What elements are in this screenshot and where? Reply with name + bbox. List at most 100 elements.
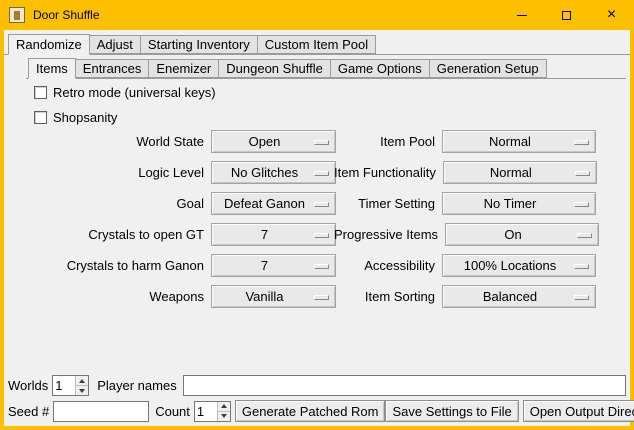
logic-level-label: Logic Level [30,165,204,180]
worlds-input[interactable] [53,376,75,395]
timer-setting-dropdown[interactable]: No Timer [442,192,596,215]
progressive-items-dropdown[interactable]: On [445,223,599,246]
inner-tabstrip: Items Entrances Enemizer Dungeon Shuffle… [26,58,626,79]
minimize-button[interactable] [499,0,544,30]
item-functionality-value: Normal [490,165,550,180]
world-state-value: Open [249,134,299,149]
tab-starting-inventory[interactable]: Starting Inventory [140,35,258,54]
world-state-label: World State [30,134,204,149]
progressive-items-row: Progressive Items On [334,223,596,246]
goal-value: Defeat Ganon [224,196,323,211]
retro-mode-checkbox[interactable] [34,86,47,99]
dropdown-indicator-icon [574,295,589,300]
dropdown-indicator-icon [574,202,589,207]
tab-adjust[interactable]: Adjust [89,35,141,54]
spin-up-icon [79,379,85,383]
dropdown-indicator-icon [314,140,329,145]
goal-label: Goal [30,196,204,211]
progressive-items-value: On [504,227,539,242]
count-spin-down-button[interactable] [218,412,230,421]
tab-entrances[interactable]: Entrances [75,59,150,78]
window-title: Door Shuffle [33,8,100,22]
world-state-dropdown[interactable]: Open [211,130,336,153]
timer-setting-value: No Timer [484,196,555,211]
shopsanity-row: Shopsanity [34,109,117,125]
generate-patched-rom-button[interactable]: Generate Patched Rom [235,400,386,422]
shopsanity-checkbox[interactable] [34,111,47,124]
spin-up-icon [221,404,227,408]
count-input[interactable] [195,402,217,421]
world-state-row: World State Open [30,130,336,153]
crystals-gt-row: Crystals to open GT 7 [30,223,336,246]
tab-dungeon-shuffle[interactable]: Dungeon Shuffle [218,59,331,78]
dropdown-indicator-icon [314,171,329,176]
dropdown-indicator-icon [314,233,329,238]
weapons-dropdown[interactable]: Vanilla [211,285,336,308]
worlds-spin-up-button[interactable] [76,376,88,386]
window: Door Shuffle × Randomize Adjust Starting… [0,0,634,430]
item-pool-row: Item Pool Normal [334,130,596,153]
tab-game-options[interactable]: Game Options [330,59,430,78]
crystals-gt-value: 7 [261,227,286,242]
footer: Worlds Player names Seed # Count [8,375,626,422]
tab-randomize[interactable]: Randomize [8,34,90,55]
worlds-label: Worlds [8,378,48,393]
dropdown-indicator-icon [314,295,329,300]
item-pool-value: Normal [489,134,549,149]
item-pool-label: Item Pool [334,134,435,149]
crystals-gt-dropdown[interactable]: 7 [211,223,336,246]
count-spinbox [194,401,231,422]
dropdown-indicator-icon [314,264,329,269]
shopsanity-label: Shopsanity [53,110,117,125]
weapons-row: Weapons Vanilla [30,285,336,308]
item-functionality-row: Item Functionality Normal [334,161,596,184]
dropdown-indicator-icon [575,171,590,176]
goal-row: Goal Defeat Ganon [30,192,336,215]
dropdown-indicator-icon [314,202,329,207]
progressive-items-label: Progressive Items [334,227,438,242]
worlds-spin-arrows [75,376,88,395]
tab-items[interactable]: Items [28,58,76,79]
titlebar: Door Shuffle × [0,0,634,30]
worlds-row: Worlds Player names [8,375,626,396]
item-sorting-dropdown[interactable]: Balanced [442,285,596,308]
worlds-spin-down-button[interactable] [76,386,88,395]
accessibility-label: Accessibility [334,258,435,273]
spin-down-icon [79,389,85,393]
close-button[interactable]: × [589,0,634,30]
minimize-icon [517,15,527,16]
spin-down-icon [221,414,227,418]
weapons-value: Vanilla [245,289,301,304]
accessibility-dropdown[interactable]: 100% Locations [442,254,596,277]
seed-row: Seed # Count Generate Patched Rom Save S… [8,400,626,422]
worlds-spinbox [52,375,89,396]
item-sorting-label: Item Sorting [334,289,435,304]
tab-enemizer[interactable]: Enemizer [148,59,219,78]
tab-custom-item-pool[interactable]: Custom Item Pool [257,35,376,54]
item-functionality-label: Item Functionality [334,165,436,180]
crystals-ganon-dropdown[interactable]: 7 [211,254,336,277]
maximize-button[interactable] [544,0,589,30]
seed-label: Seed # [8,404,49,419]
logic-level-dropdown[interactable]: No Glitches [211,161,336,184]
close-icon: × [607,7,616,23]
weapons-label: Weapons [30,289,204,304]
player-names-label: Player names [97,378,176,393]
crystals-ganon-row: Crystals to harm Ganon 7 [30,254,336,277]
item-functionality-dropdown[interactable]: Normal [443,161,597,184]
retro-mode-label: Retro mode (universal keys) [53,85,216,100]
seed-input[interactable] [53,401,149,422]
app-icon [9,7,25,23]
count-spin-up-button[interactable] [218,402,230,412]
maximize-icon [562,11,571,20]
player-names-input[interactable] [183,375,626,396]
client-area: Randomize Adjust Starting Inventory Cust… [4,30,630,426]
save-settings-button[interactable]: Save Settings to File [385,400,518,422]
item-pool-dropdown[interactable]: Normal [442,130,596,153]
options-left-column: World State Open Logic Level No Glitches… [30,130,336,308]
item-sorting-row: Item Sorting Balanced [334,285,596,308]
logic-level-row: Logic Level No Glitches [30,161,336,184]
open-output-directory-button[interactable]: Open Output Directory [523,400,634,422]
tab-generation-setup[interactable]: Generation Setup [429,59,547,78]
goal-dropdown[interactable]: Defeat Ganon [211,192,336,215]
